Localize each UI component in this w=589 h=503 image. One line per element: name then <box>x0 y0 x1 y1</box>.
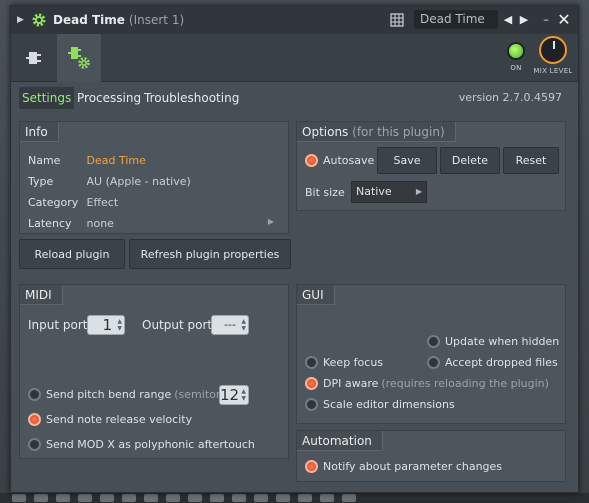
version-label: version 2.7.0.4597 <box>458 91 562 104</box>
update-hidden-radio[interactable] <box>427 335 440 348</box>
gui-panel-title: GUI <box>297 285 335 305</box>
plugin-settings-tab[interactable] <box>57 34 101 82</box>
notify-parameter-changes-toggle[interactable]: Notify about parameter changes <box>305 460 502 473</box>
info-panel-title: Info <box>20 122 59 142</box>
save-button[interactable]: Save <box>377 147 437 174</box>
pitch-bend-range-stepper[interactable]: 12 ▲ ▼ <box>219 385 249 405</box>
close-button[interactable]: ✕ <box>556 10 572 29</box>
send-release-velocity-toggle[interactable]: Send note release velocity <box>28 413 192 426</box>
autosave-radio[interactable] <box>305 154 318 167</box>
send-pitch-bend-toggle[interactable]: Send pitch bend range (semitones) <box>28 388 240 401</box>
collapse-arrow-icon[interactable]: ▶ <box>17 15 31 25</box>
host-mixer-strip <box>0 493 589 503</box>
bit-size-select[interactable]: Native ▶ <box>351 181 427 203</box>
notify-radio[interactable] <box>305 460 318 473</box>
info-row-latency[interactable]: Latency none ▶ <box>28 217 282 230</box>
dpi-aware-radio[interactable] <box>305 377 318 390</box>
gui-panel: GUI Update when hidden Keep focus Accept… <box>296 284 566 424</box>
delete-button[interactable]: Delete <box>440 147 500 174</box>
bit-size-label: Bit size <box>305 186 345 199</box>
pitch-bend-radio[interactable] <box>28 388 41 401</box>
plugin-window: ▶ Dead Time (Insert 1) Dead Time ◀ ▶ – ✕ <box>10 5 579 493</box>
input-port-label: Input port <box>28 318 88 332</box>
keep-focus-radio[interactable] <box>305 356 318 369</box>
plugin-toolbar: ON MIX LEVEL <box>11 34 578 82</box>
accept-dropped-files-toggle[interactable]: Accept dropped files <box>427 356 558 369</box>
settings-tabs: Settings Processing Troubleshooting vers… <box>19 87 570 109</box>
gear-icon[interactable] <box>31 12 47 28</box>
autosave-toggle[interactable]: Autosave <box>305 154 374 167</box>
info-panel: Info Name Dead Time Type AU (Apple - nat… <box>19 121 289 234</box>
previous-preset-icon[interactable]: ◀ <box>502 13 514 26</box>
on-toggle[interactable]: ON <box>504 40 528 72</box>
stepper-arrows-icon[interactable]: ▲ ▼ <box>241 388 246 402</box>
refresh-plugin-properties-button[interactable]: Refresh plugin properties <box>129 239 291 269</box>
dpi-aware-toggle[interactable]: DPI aware (requires reloading the plugin… <box>305 377 549 390</box>
tab-settings[interactable]: Settings <box>19 87 75 109</box>
mod-x-radio[interactable] <box>28 438 41 451</box>
accept-dropped-radio[interactable] <box>427 356 440 369</box>
mix-level-knob[interactable] <box>539 36 567 64</box>
window-title: Dead Time <box>53 13 125 27</box>
send-mod-x-toggle[interactable]: Send MOD X as polyphonic aftertouch <box>28 438 255 451</box>
reload-plugin-button[interactable]: Reload plugin <box>19 239 125 269</box>
mix-level-label: MIX LEVEL <box>533 67 573 75</box>
dropdown-arrow-icon: ▶ <box>415 187 422 196</box>
automation-panel-title: Automation <box>297 431 383 451</box>
next-preset-icon[interactable]: ▶ <box>518 13 530 26</box>
automation-panel: Automation Notify about parameter change… <box>296 430 566 482</box>
mix-level-control[interactable]: MIX LEVEL <box>530 36 576 75</box>
options-panel: Options (for this plugin) Autosave Save … <box>296 121 566 211</box>
options-panel-title: Options (for this plugin) <box>297 122 456 142</box>
info-row-name: Name Dead Time <box>28 154 146 167</box>
midi-panel: MIDI Input port 1 ▲ ▼ Output port --- ▲ ▼ … <box>19 284 289 459</box>
keep-focus-toggle[interactable]: Keep focus <box>305 356 383 369</box>
tab-troubleshooting[interactable]: Troubleshooting <box>142 87 241 109</box>
output-port-stepper[interactable]: --- ▲ ▼ <box>211 315 249 335</box>
plugin-name-value: Dead Time <box>86 154 146 167</box>
update-when-hidden-toggle[interactable]: Update when hidden <box>427 335 559 348</box>
plug-gear-icon <box>68 47 90 69</box>
scale-editor-radio[interactable] <box>305 398 318 411</box>
info-row-type: Type AU (Apple - native) <box>28 175 191 188</box>
insert-slot-label: (Insert 1) <box>128 13 185 27</box>
info-row-category: Category Effect <box>28 196 119 209</box>
latency-expand-icon[interactable]: ▶ <box>268 217 274 226</box>
scale-editor-toggle[interactable]: Scale editor dimensions <box>305 398 455 411</box>
release-velocity-radio[interactable] <box>28 413 41 426</box>
input-port-stepper[interactable]: 1 ▲ ▼ <box>87 315 125 335</box>
title-bar[interactable]: ▶ Dead Time (Insert 1) Dead Time ◀ ▶ – ✕ <box>11 6 578 34</box>
stepper-arrows-icon[interactable]: ▲ ▼ <box>117 318 122 332</box>
minimize-button[interactable]: – <box>540 13 552 26</box>
stepper-arrows-icon[interactable]: ▲ ▼ <box>241 318 246 332</box>
preset-grid-icon[interactable] <box>390 12 404 27</box>
reset-button[interactable]: Reset <box>503 147 559 174</box>
tab-processing[interactable]: Processing <box>75 87 143 109</box>
on-led[interactable] <box>509 44 523 58</box>
output-port-label: Output port <box>142 318 213 332</box>
on-label: ON <box>510 64 522 72</box>
midi-panel-title: MIDI <box>20 285 63 305</box>
plug-icon <box>26 52 41 64</box>
preset-name-field[interactable]: Dead Time <box>414 10 498 29</box>
plugin-editor-tab[interactable] <box>13 34 57 82</box>
